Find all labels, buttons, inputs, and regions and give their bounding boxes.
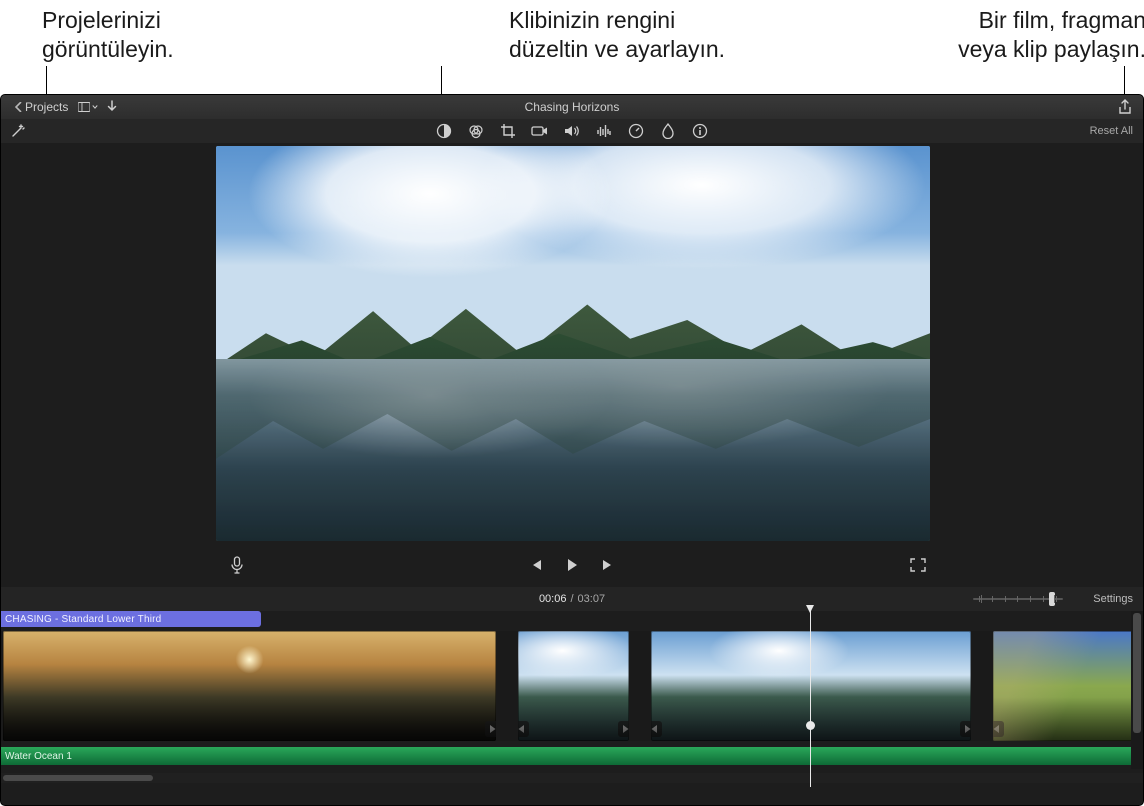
crop-button[interactable] [499,122,517,140]
transition-marker[interactable] [485,721,496,737]
timeline[interactable] [1,631,1131,741]
speedometer-icon [628,123,644,139]
color-correction-button[interactable] [467,122,485,140]
total-time: 03:07 [578,593,606,605]
callouts-row: Projelerinizi görüntüleyin. Klibinizin r… [0,0,1144,68]
transition-icon [964,724,971,734]
library-view-button[interactable] [78,98,98,116]
voiceover-record-button[interactable] [226,554,248,576]
import-button[interactable] [102,98,122,116]
playhead-knob[interactable] [806,721,815,730]
transition-icon [993,724,1000,734]
share-button[interactable] [1115,98,1135,116]
next-icon [600,558,616,572]
import-arrow-icon [106,100,118,114]
fullscreen-button[interactable] [907,554,929,576]
magic-wand-icon [10,123,26,139]
transition-icon [489,724,496,734]
callout-share: Bir film, fragman veya klip paylaşın. [886,6,1144,64]
filter-drop-icon [661,123,675,139]
callout-projects: Projelerinizi görüntüleyin. [42,6,342,64]
preview-water [216,359,930,541]
timeline-zoom-slider[interactable] [973,598,1063,600]
fullscreen-icon [910,558,926,572]
play-icon [564,557,580,573]
time-separator: / [570,593,573,605]
timeline-clip[interactable] [993,631,1143,741]
timeline-horizontal-scrollbar[interactable] [1,773,1143,783]
next-frame-button[interactable] [597,554,619,576]
microphone-icon [230,556,244,574]
chevron-left-icon [15,102,23,112]
timeline-clip[interactable] [518,631,629,741]
chevron-down-icon [92,104,98,110]
transition-icon [518,724,525,734]
info-icon [692,123,708,139]
crop-icon [500,123,516,139]
callout-color-adjust: Klibinizin rengini düzeltin ve ayarlayın… [509,6,809,64]
color-balance-icon [436,123,452,139]
volume-button[interactable] [563,122,581,140]
current-time: 00:06 [539,593,567,605]
audio-clip[interactable]: Water Ocean 1 [1,747,1131,765]
imovie-window: Projects Chasing Horizons [1,95,1143,805]
color-wheel-icon [468,123,484,139]
timeline-settings-button[interactable]: Settings [1093,593,1133,605]
reset-all-button[interactable]: Reset All [1090,125,1133,137]
playhead[interactable] [810,605,811,787]
transition-marker[interactable] [618,721,629,737]
title-clip-label: CHASING - Standard Lower Third [5,614,161,625]
clip-info-button[interactable] [691,122,709,140]
scrollbar-thumb[interactable] [3,775,153,781]
transition-icon [622,724,629,734]
transition-marker[interactable] [993,721,1004,737]
color-balance-button[interactable] [435,122,453,140]
viewer-controls [1,543,1143,587]
adjust-toolbar: Reset All [1,119,1143,143]
titlebar: Projects Chasing Horizons [1,95,1143,119]
library-view-icon [78,101,90,113]
previous-icon [528,558,544,572]
scrollbar-thumb[interactable] [1133,613,1141,733]
project-title: Chasing Horizons [525,100,620,114]
transition-marker[interactable] [960,721,971,737]
audio-clip-label: Water Ocean 1 [5,751,72,762]
zoom-slider-knob[interactable] [1049,592,1055,606]
projects-label: Projects [25,100,68,114]
projects-back-button[interactable]: Projects [9,98,74,116]
clip-filter-button[interactable] [659,122,677,140]
timeline-vertical-scrollbar[interactable] [1131,611,1143,769]
equalizer-icon [596,124,612,138]
playhead-time: 00:06 / 03:07 [539,593,605,605]
transition-icon [651,724,658,734]
previous-frame-button[interactable] [525,554,547,576]
timeline-clip[interactable] [3,631,496,741]
viewer-area [1,143,1143,587]
noise-reduction-button[interactable] [595,122,613,140]
transition-marker[interactable] [518,721,529,737]
title-clip[interactable]: CHASING - Standard Lower Third [1,611,261,627]
share-icon [1118,99,1132,115]
transition-marker[interactable] [651,721,662,737]
stabilization-button[interactable] [531,122,549,140]
play-button[interactable] [561,554,583,576]
time-settings-bar: 00:06 / 03:07 Settings [1,587,1143,611]
preview-viewport[interactable] [216,146,930,541]
magic-wand-button[interactable] [9,122,27,140]
speed-button[interactable] [627,122,645,140]
camera-icon [531,124,549,138]
volume-icon [564,124,580,138]
